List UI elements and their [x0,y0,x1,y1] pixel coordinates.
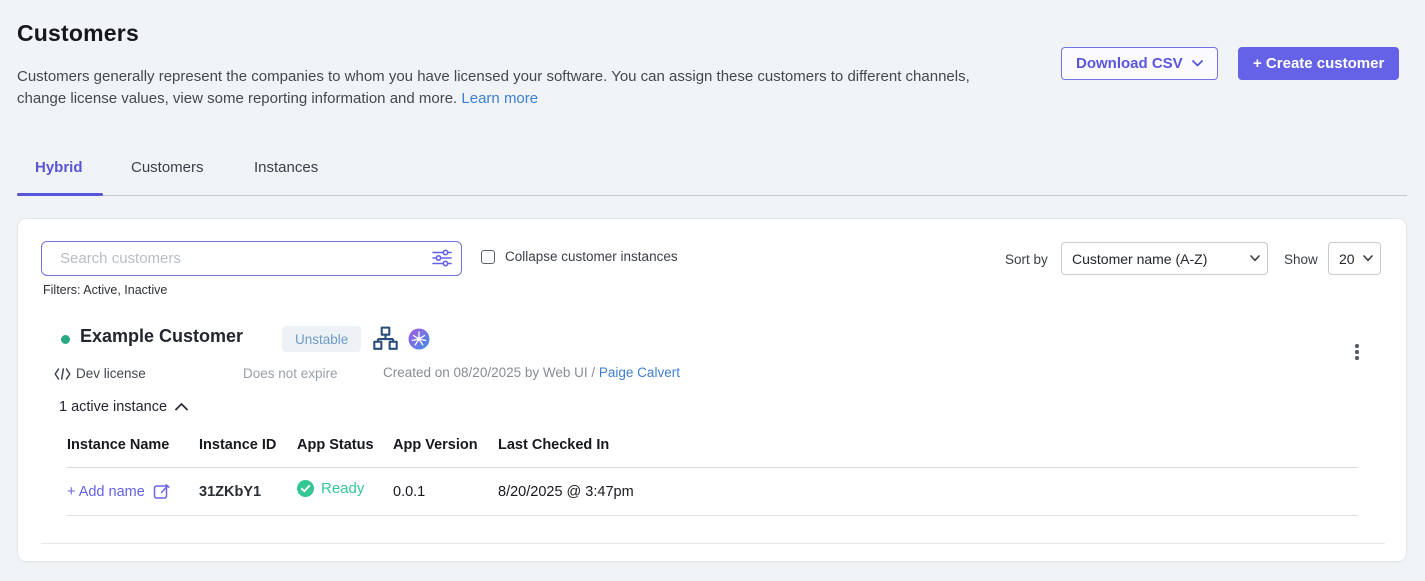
tab-customers[interactable]: Customers [131,159,204,176]
last-checked-in-cell: 8/20/2025 @ 3:47pm [498,484,1358,500]
filters-summary: Filters: Active, Inactive [43,283,167,297]
add-name-button[interactable]: + Add name [67,483,170,500]
customers-panel: Filters: Active, Inactive Collapse custo… [17,218,1407,562]
collapse-instances-checkbox[interactable] [481,250,495,264]
download-csv-label: Download CSV [1076,55,1183,72]
sort-select-wrap: Customer name (A-Z) [1061,242,1268,275]
check-circle-icon [297,480,314,497]
create-customer-button[interactable]: + Create customer [1238,47,1399,80]
filter-button[interactable] [430,248,454,270]
col-header-instance-name: Instance Name [67,437,199,453]
instance-name-cell: + Add name [67,483,199,500]
instances-toggle-label: 1 active instance [59,399,167,415]
created-text: Created on 08/20/2025 by Web UI / [383,365,595,380]
instances-table-header: Instance Name Instance ID App Status App… [67,437,1358,468]
collapse-instances-control: Collapse customer instances [481,249,678,264]
chevron-up-icon [175,403,188,411]
app-version-cell: 0.0.1 [393,484,498,500]
app-status-cell: Ready [297,483,393,501]
show-label: Show [1284,252,1318,267]
col-header-app-version: App Version [393,437,498,453]
instance-row: + Add name 31ZKbY1 [67,468,1358,516]
col-header-instance-id: Instance ID [199,437,297,453]
search-input[interactable] [41,241,462,276]
customer-active-dot [61,335,70,344]
customers-page: Customers Customers generally represent … [0,0,1425,581]
collapse-instances-label[interactable]: Collapse customer instances [505,249,678,264]
license-expiration: Does not expire [243,366,338,381]
code-icon [54,367,71,381]
add-name-label: + Add name [67,484,145,500]
status-label: Ready [321,480,364,497]
learn-more-link[interactable]: Learn more [461,90,538,107]
instances-toggle[interactable]: 1 active instance [59,399,188,415]
col-header-last-checked-in: Last Checked In [498,437,1358,453]
status-ready: Ready [297,480,364,497]
instance-id-cell: 31ZKbY1 [199,484,297,500]
sort-by-label: Sort by [1005,252,1048,267]
page-title: Customers [17,20,139,47]
filter-sliders-icon [431,248,453,268]
sort-select[interactable]: Customer name (A-Z) [1061,242,1268,275]
license-type: Dev license [76,366,146,381]
kebab-icon [1355,344,1359,348]
kubernetes-icon [408,328,430,350]
page-description: Customers generally represent the compan… [17,66,979,110]
tab-instances[interactable]: Instances [254,159,318,176]
tabs-divider [17,195,1407,196]
instances-table: Instance Name Instance ID App Status App… [67,437,1358,516]
created-by-link[interactable]: Paige Calvert [599,365,680,380]
edit-icon [153,483,170,500]
show-select[interactable]: 20 [1328,242,1381,275]
active-tab-underline [17,193,103,196]
search-wrap [41,241,462,276]
card-section-divider [41,543,1385,544]
col-header-app-status: App Status [297,437,393,453]
sitemap-icon [373,326,398,351]
customer-actions-menu-button[interactable] [1346,339,1368,365]
download-csv-button[interactable]: Download CSV [1061,47,1218,80]
show-select-wrap: 20 [1328,242,1381,275]
customer-status-badge: Unstable [282,326,361,352]
license-created: Created on 08/20/2025 by Web UI / Paige … [383,365,680,380]
customer-name: Example Customer [80,326,243,347]
tab-hybrid[interactable]: Hybrid [35,159,83,176]
chevron-down-icon [1192,60,1203,67]
